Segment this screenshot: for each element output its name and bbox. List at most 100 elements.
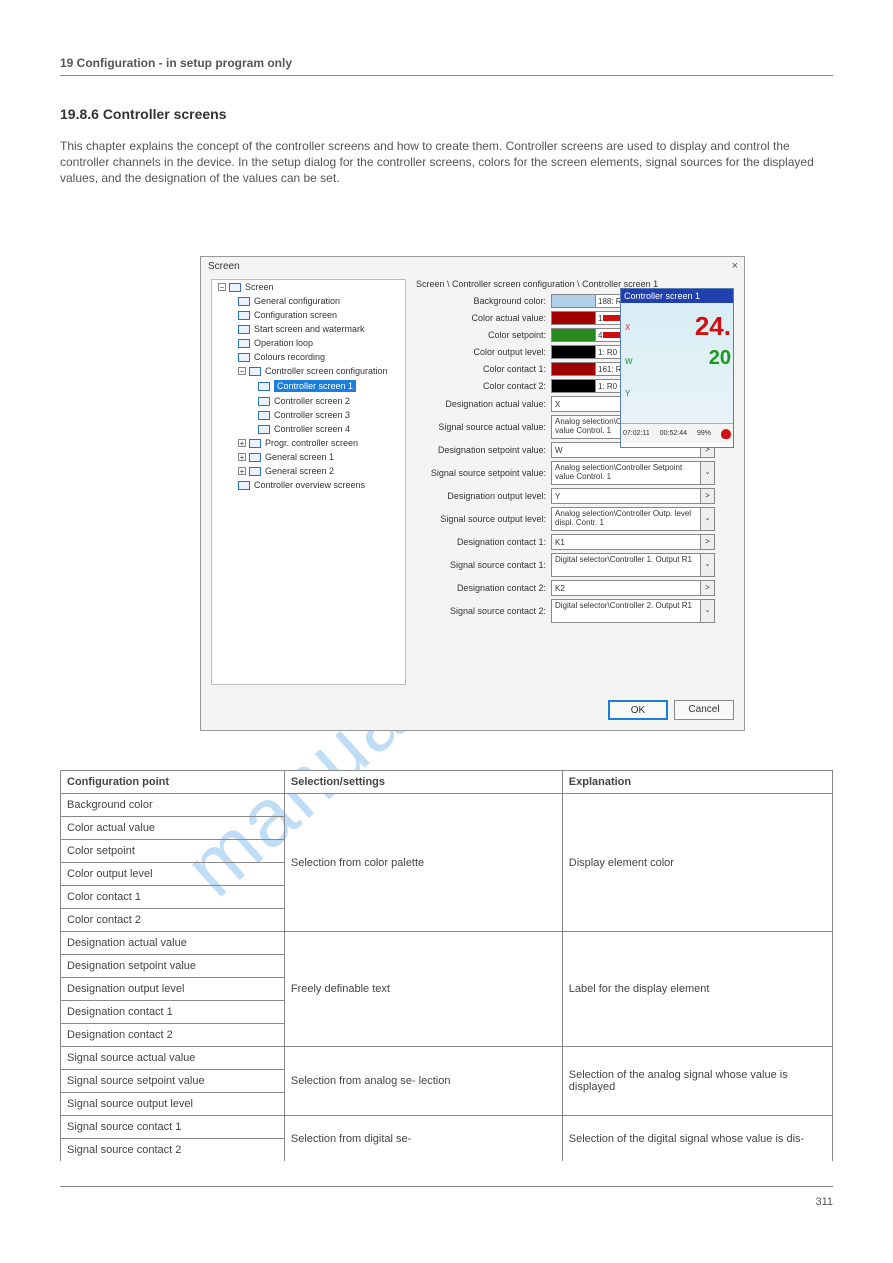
screen-icon [258,411,270,420]
desig-output-input[interactable]: Y [551,488,701,504]
row-desig-c1: Designation contact 1: K1 > [416,534,734,550]
contact1-color-label: Color contact 1: [416,364,551,374]
chevron-down-icon[interactable]: ⌄ [701,461,715,485]
tree-view[interactable]: −Screen General configuration Configurat… [211,279,406,685]
tree-item-controller-config[interactable]: −Controller screen configuration [212,364,405,378]
screen-icon [238,353,250,362]
desig-c1-input[interactable]: K1 [551,534,701,550]
tree-item-colours-recording[interactable]: Colours recording [212,350,405,364]
contact2-color-label: Color contact 2: [416,381,551,391]
picker-icon[interactable]: > [701,534,715,550]
table-header-row: Configuration point Selection/settings E… [61,771,833,794]
desig-c2-label: Designation contact 2: [416,583,551,593]
tree-item-progr-controller[interactable]: +Progr. controller screen [212,436,405,450]
table-row: Designation actual valueFreely definable… [61,932,833,955]
contact2-color-swatch[interactable] [551,379,596,393]
src-output-label: Signal source output level: [416,514,551,524]
cancel-button[interactable]: Cancel [674,700,734,720]
table-row: Background colorSelection from color pal… [61,794,833,817]
tree-item-start-screen[interactable]: Start screen and watermark [212,322,405,336]
tree-item-controller-screen-4[interactable]: Controller screen 4 [212,422,405,436]
src-setpoint-input[interactable]: Analog selection\Controller Setpoint val… [551,461,701,485]
screen-icon [249,467,261,476]
screen-icon [238,297,250,306]
col-selection: Selection/settings [284,771,562,794]
preview-setpoint-value: 20 [709,347,731,370]
bell-icon [721,429,731,439]
preview-statusbar: 07:02:11 00:52:44 99% [621,423,733,443]
screen-icon [238,339,250,348]
preview-body: X 24. W 20 Y [621,303,733,423]
chevron-down-icon[interactable]: ⌄ [701,599,715,623]
desig-setpoint-label: Designation setpoint value: [416,445,551,455]
desig-c1-label: Designation contact 1: [416,537,551,547]
picker-icon[interactable]: > [701,580,715,596]
src-actual-label: Signal source actual value: [416,422,551,432]
table-row: Signal source contact 1Selection from di… [61,1116,833,1139]
bg-color-swatch[interactable] [551,294,596,308]
output-color-swatch[interactable] [551,345,596,359]
preview-x-label: X [625,323,630,332]
setpoint-color-swatch[interactable] [551,328,596,342]
tree-root[interactable]: −Screen [212,280,405,294]
ok-button[interactable]: OK [608,700,668,720]
tree-item-operation-loop[interactable]: Operation loop [212,336,405,350]
row-src-c2: Signal source contact 2: Digital selecto… [416,599,734,623]
section-heading: 19.8.6 Controller screens [60,106,227,122]
tree-item-general-config[interactable]: General configuration [212,294,405,308]
src-c1-label: Signal source contact 1: [416,560,551,570]
preview-percent: 99% [697,430,711,437]
tree-item-config-screen[interactable]: Configuration screen [212,308,405,322]
picker-icon[interactable]: > [701,488,715,504]
preview-w-label: W [625,357,633,366]
tree-item-controller-screen-1[interactable]: Controller screen 1 [212,378,405,394]
src-setpoint-label: Signal source setpoint value: [416,468,551,478]
row-desig-c2: Designation contact 2: K2 > [416,580,734,596]
src-c1-input[interactable]: Digital selector\Controller 1. Output R1 [551,553,701,577]
tree-item-overview-screens[interactable]: Controller overview screens [212,478,405,492]
contact1-color-swatch[interactable] [551,362,596,376]
preview-title: Controller screen 1 [621,289,733,303]
tree-item-controller-screen-3[interactable]: Controller screen 3 [212,408,405,422]
expand-icon[interactable]: + [238,439,246,447]
src-output-input[interactable]: Analog selection\Controller Outp. level … [551,507,701,531]
collapse-icon[interactable]: − [218,283,226,291]
src-c2-input[interactable]: Digital selector\Controller 2. Output R1 [551,599,701,623]
col-config-point: Configuration point [61,771,285,794]
dialog-buttons: OK Cancel [608,700,734,720]
close-icon[interactable]: × [732,260,738,272]
page-footer: 311 [60,1196,833,1208]
footer-right: 311 [815,1196,833,1208]
screen-icon [249,367,261,376]
screen-icon [258,425,270,434]
actual-color-swatch[interactable] [551,311,596,325]
dialog-title: Screen [208,261,240,272]
page-header: 19 Configuration - in setup program only [60,56,833,70]
preview-panel: Controller screen 1 X 24. W 20 Y 07:02:1… [620,288,734,448]
page-frame: 19 Configuration - in setup program only… [60,75,833,1187]
header-left: 19 Configuration - in setup program only [60,56,292,70]
chevron-down-icon[interactable]: ⌄ [701,553,715,577]
row-desig-output: Designation output level: Y > [416,488,734,504]
tree-item-controller-screen-2[interactable]: Controller screen 2 [212,394,405,408]
form-panel: Screen \ Controller screen configuration… [416,279,734,685]
tree-item-general-screen-1[interactable]: +General screen 1 [212,450,405,464]
expand-icon[interactable]: + [238,467,246,475]
desig-c2-input[interactable]: K2 [551,580,701,596]
output-color-label: Color output level: [416,347,551,357]
screen-icon [258,382,270,391]
col-explanation: Explanation [562,771,832,794]
preview-y-label: Y [625,389,630,398]
src-c2-label: Signal source contact 2: [416,606,551,616]
screen-icon [238,325,250,334]
screen-icon [229,283,241,292]
tree-item-general-screen-2[interactable]: +General screen 2 [212,464,405,478]
screen-icon [249,439,261,448]
table-row: Signal source actual valueSelection from… [61,1047,833,1070]
expand-icon[interactable]: + [238,453,246,461]
actual-color-label: Color actual value: [416,313,551,323]
collapse-icon[interactable]: − [238,367,246,375]
desig-output-label: Designation output level: [416,491,551,501]
chevron-down-icon[interactable]: ⌄ [701,507,715,531]
intro-paragraph: This chapter explains the concept of the… [60,138,833,187]
